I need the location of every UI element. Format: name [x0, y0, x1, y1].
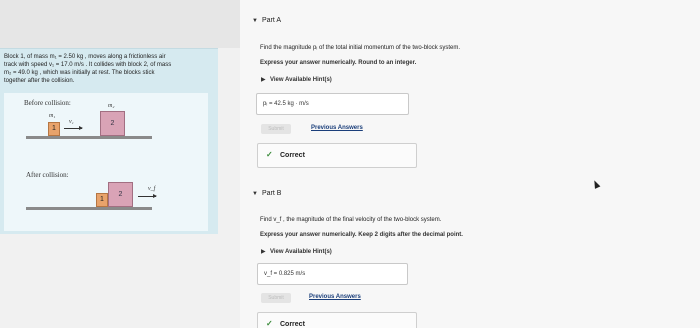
- problem-line: Block 1, of mass m₁ = 2.50 kg , moves al…: [4, 54, 166, 60]
- part-b-answer-field[interactable]: v_f = 0.825 m/s: [257, 263, 408, 285]
- block-1-after: 1: [96, 193, 108, 207]
- problem-line: together after the collision.: [4, 78, 75, 84]
- problem-line: m₂ = 49.0 kg , which was initially at re…: [4, 70, 155, 76]
- air-track-before: [26, 136, 152, 139]
- part-a-correct-text: Correct: [280, 152, 305, 159]
- part-b-correct-text: Correct: [280, 321, 305, 328]
- part-a-hint-link[interactable]: View Available Hint(s): [270, 77, 332, 83]
- problem-panel: Block 1, of mass m₁ = 2.50 kg , moves al…: [0, 48, 218, 234]
- part-a-answer-value: pᵢ = 42.5 kg · m/s: [263, 101, 309, 107]
- check-icon: ✓: [266, 150, 273, 159]
- caret-down-icon[interactable]: ▼: [252, 191, 258, 197]
- part-a-correct-banner: ✓ Correct: [257, 143, 417, 168]
- block-1-before: 1: [48, 122, 60, 136]
- velocity-final-label: v_f: [148, 186, 156, 192]
- mass2-label: m₂: [108, 103, 115, 109]
- before-collision-label: Before collision:: [24, 99, 71, 107]
- part-b-answer-value: v_f = 0.825 m/s: [264, 271, 306, 277]
- block-2-number: 2: [110, 120, 115, 127]
- caret-right-icon[interactable]: ▶: [261, 248, 266, 255]
- part-a-title[interactable]: Part A: [262, 17, 281, 24]
- block-2-after: 2: [108, 182, 133, 207]
- part-a-submit-button[interactable]: Submit: [261, 124, 291, 134]
- part-b-hint-link[interactable]: View Available Hint(s): [270, 249, 332, 255]
- part-b-previous-answers-link[interactable]: Previous Answers: [309, 294, 361, 300]
- part-b-question: Find v_f , the magnitude of the final ve…: [260, 217, 442, 223]
- velocity1-arrow: [64, 126, 83, 130]
- block-1-number: 1: [100, 196, 104, 203]
- velocity1-label: v₁: [69, 119, 74, 125]
- caret-right-icon[interactable]: ▶: [261, 76, 266, 83]
- part-b-instruction: Express your answer numerically. Keep 2 …: [260, 232, 463, 238]
- part-a-question: Find the magnitude pᵢ of the total initi…: [260, 45, 461, 51]
- block-1-number: 1: [52, 125, 56, 132]
- answer-area: ▼ Part A Find the magnitude pᵢ of the to…: [240, 0, 700, 328]
- block-2-number: 2: [118, 191, 123, 198]
- top-blank-area: [0, 0, 240, 48]
- check-icon: ✓: [266, 319, 273, 328]
- problem-line: track with speed v₁ = 17.0 m/s . It coll…: [4, 62, 172, 68]
- problem-statement: Block 1, of mass m₁ = 2.50 kg , moves al…: [4, 53, 214, 85]
- part-b-submit-button[interactable]: Submit: [261, 293, 291, 303]
- caret-down-icon[interactable]: ▼: [252, 18, 258, 24]
- block-2-before: 2: [100, 111, 125, 136]
- collision-diagram: Before collision: m₂ m₁ v₁ 1 2 After col…: [4, 93, 208, 231]
- mass1-label: m₁: [49, 113, 56, 119]
- after-collision-label: After collision:: [26, 171, 69, 179]
- part-a-previous-answers-link[interactable]: Previous Answers: [311, 125, 363, 131]
- part-a-instruction: Express your answer numerically. Round t…: [260, 60, 417, 66]
- air-track-after: [26, 207, 152, 210]
- velocity-final-arrow: [138, 194, 157, 198]
- part-a-answer-field[interactable]: pᵢ = 42.5 kg · m/s: [256, 93, 409, 115]
- mouse-cursor-icon: [591, 179, 601, 189]
- part-b-title[interactable]: Part B: [262, 190, 281, 197]
- part-b-correct-banner: ✓ Correct: [257, 312, 417, 328]
